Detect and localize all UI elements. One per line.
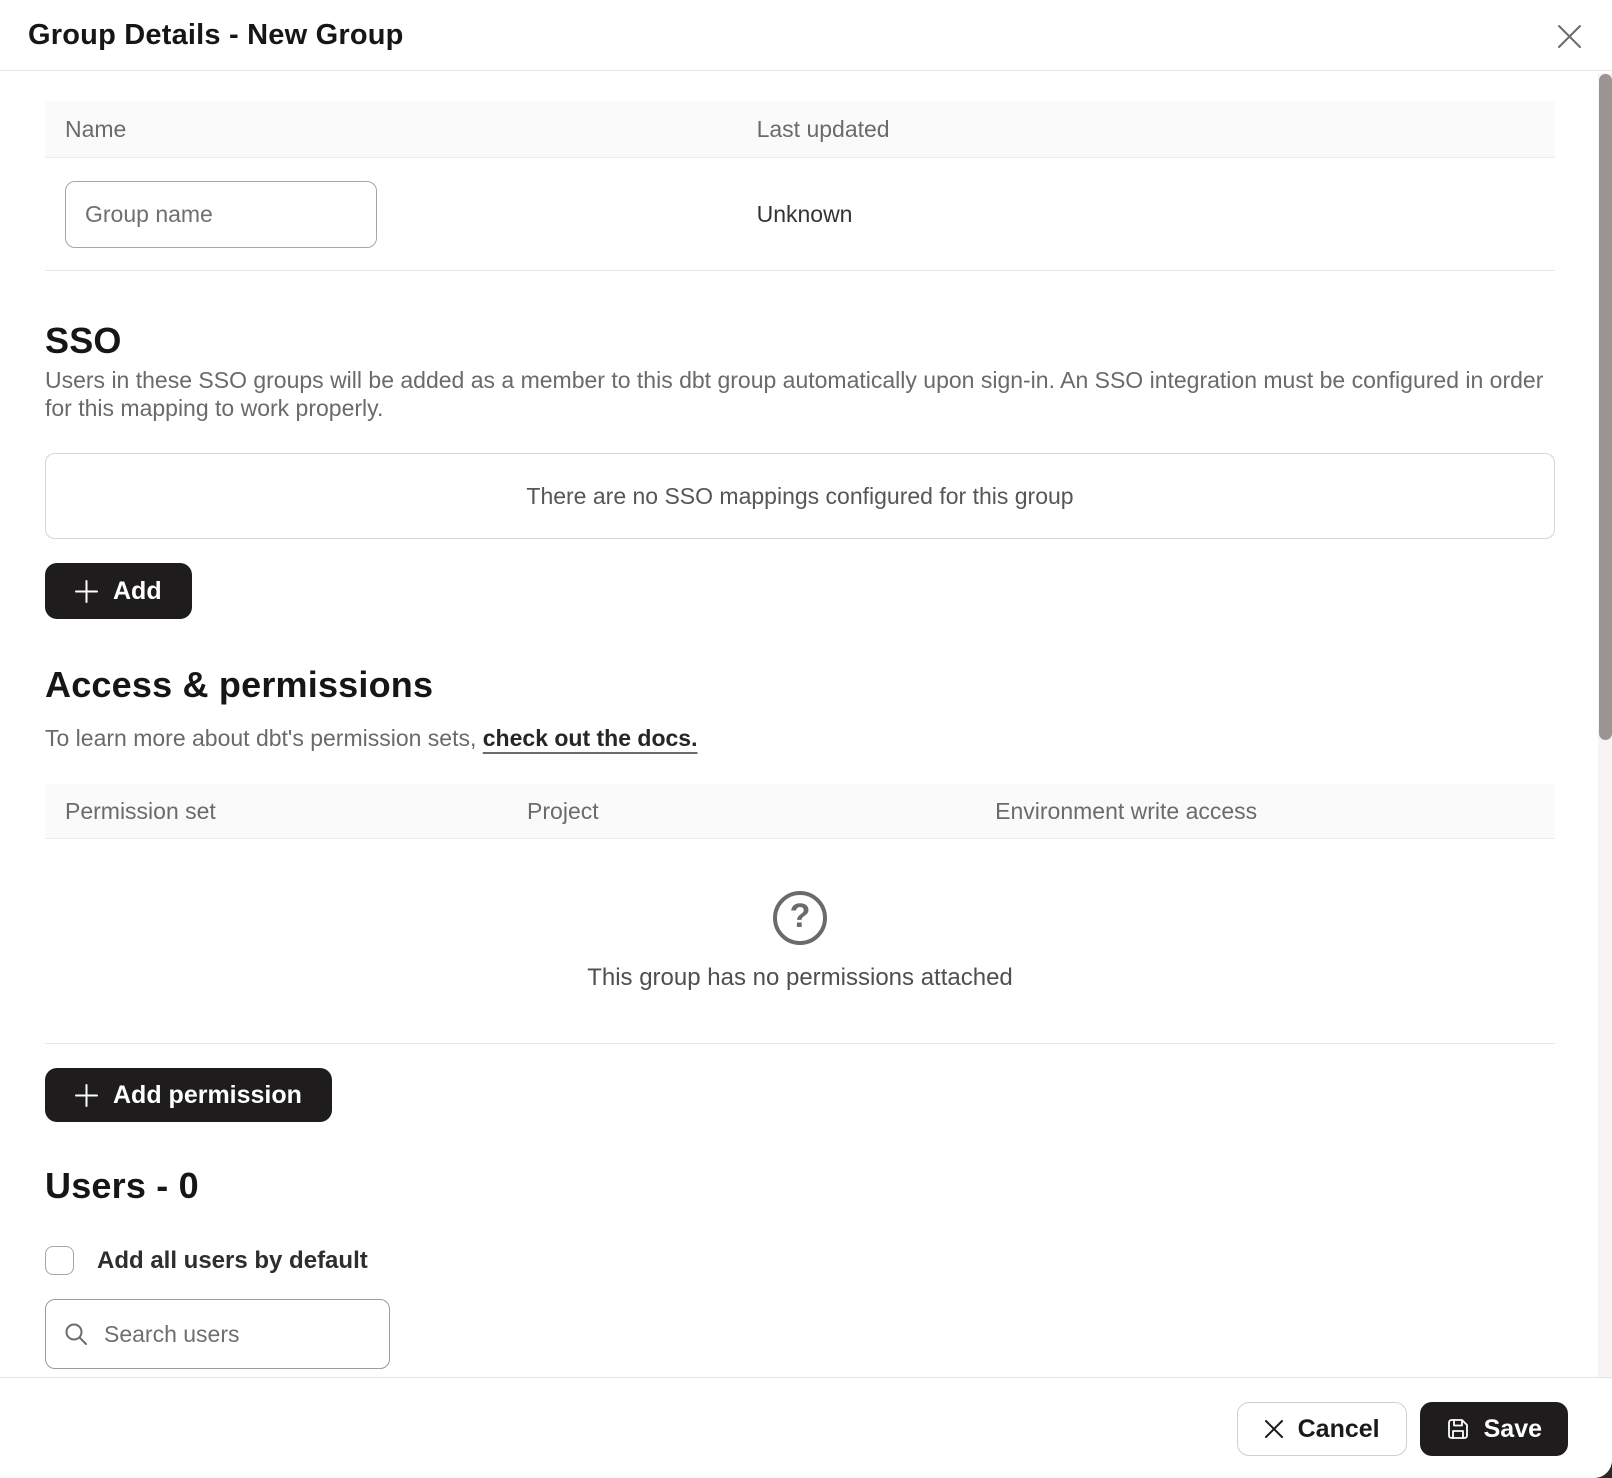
cancel-label: Cancel [1298,1415,1380,1444]
question-mark-icon: ? [773,891,827,945]
permissions-table: Permission set Project Environment write… [45,784,1555,1044]
group-details-modal: Group Details - New Group Name Last upda… [0,0,1612,1478]
add-permission-label: Add permission [113,1081,302,1110]
plus-icon [75,580,98,603]
group-name-input[interactable] [65,181,377,248]
column-header-last-updated: Last updated [737,116,1555,143]
sso-section-description: Users in these SSO groups will be added … [45,366,1555,422]
permissions-description: To learn more about dbt's permission set… [45,724,1555,752]
cancel-x-icon [1264,1419,1284,1439]
add-sso-mapping-label: Add [113,577,162,606]
group-name-table-header: Name Last updated [45,101,1555,158]
save-floppy-icon [1446,1417,1470,1441]
scrollbar-thumb[interactable] [1599,74,1612,740]
add-all-users-label: Add all users by default [97,1247,368,1275]
last-updated-value: Unknown [737,201,1555,228]
search-icon [64,1322,88,1346]
permissions-table-header: Permission set Project Environment write… [45,784,1555,839]
save-label: Save [1484,1415,1542,1444]
sso-empty-state: There are no SSO mappings configured for… [45,453,1555,539]
sso-section-heading: SSO [45,319,1555,363]
modal-content: Name Last updated Unknown SSO Users in t… [0,72,1612,1377]
plus-icon [75,1084,98,1107]
add-sso-mapping-button[interactable]: Add [45,563,192,619]
column-header-environment-write-access: Environment write access [975,798,1555,825]
add-all-users-row: Add all users by default [45,1246,1555,1275]
close-icon [1557,24,1582,49]
docs-link[interactable]: check out the docs. [483,725,698,751]
add-permission-button[interactable]: Add permission [45,1068,332,1122]
permissions-empty-state-text: This group has no permissions attached [587,964,1013,992]
modal-title: Group Details - New Group [28,19,404,52]
group-name-table: Name Last updated Unknown [45,101,1555,271]
search-users-input[interactable] [104,1321,371,1348]
sso-empty-state-text: There are no SSO mappings configured for… [526,483,1073,510]
users-section-heading: Users - 0 [45,1164,1555,1208]
permissions-section-heading: Access & permissions [45,663,1555,707]
column-header-permission-set: Permission set [45,798,507,825]
close-button[interactable] [1556,23,1582,49]
add-all-users-checkbox[interactable] [45,1246,74,1275]
modal-header: Group Details - New Group [0,0,1612,71]
cancel-button[interactable]: Cancel [1237,1402,1407,1456]
scrollbar-track[interactable] [1598,73,1612,1377]
modal-footer: Cancel Save [0,1377,1612,1478]
permissions-empty-state: ? This group has no permissions attached [45,839,1555,1044]
search-users-box [45,1299,390,1369]
column-header-name: Name [45,116,737,143]
permissions-description-text: To learn more about dbt's permission set… [45,725,483,751]
table-row: Unknown [45,158,1555,271]
column-header-project: Project [507,798,975,825]
save-button[interactable]: Save [1420,1402,1568,1456]
